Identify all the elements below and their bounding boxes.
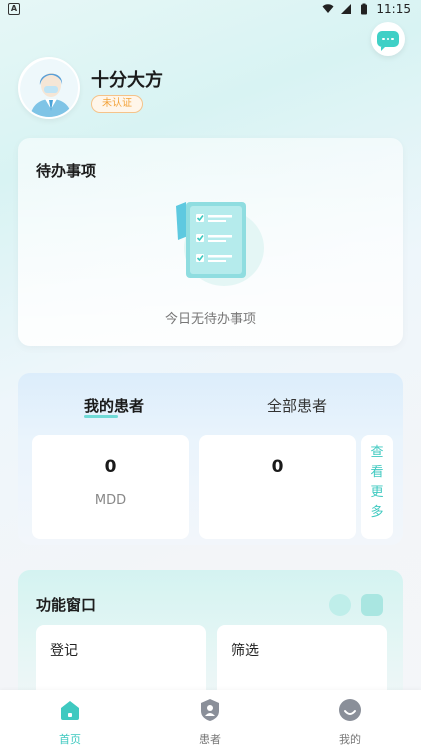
todo-empty-text: 今日无待办事项 (164, 312, 256, 327)
avatar[interactable] (18, 57, 80, 119)
status-icons: 11:15 (322, 2, 411, 16)
stat-value: 0 (271, 457, 284, 477)
status-bar: A 11:15 (0, 0, 421, 22)
nav-label: 我的 (339, 733, 361, 746)
view-more-label: 查 看 更 多 (370, 445, 384, 520)
stat-label: MDD (94, 493, 127, 508)
decor-square-icon (361, 594, 383, 616)
signal-icon (341, 4, 352, 14)
nav-home[interactable]: 首页 (35, 698, 105, 747)
decor-circle-icon (329, 594, 351, 616)
certification-badge[interactable]: 未认证 (91, 95, 143, 113)
tab-my-patients[interactable]: 我的患者 (84, 395, 144, 416)
nav-profile[interactable]: 我的 (315, 698, 385, 747)
empty-checklist-icon (176, 202, 264, 286)
home-icon (61, 701, 79, 720)
bottom-nav: 首页 患者 我的 (0, 690, 421, 750)
function-label: 登记 (50, 643, 78, 659)
app-notification-icon: A (8, 3, 20, 15)
patient-icon (201, 699, 219, 721)
function-label: 筛选 (231, 643, 259, 659)
todo-card: 待办事项 今日无待办事项 (18, 138, 403, 346)
todo-title: 待办事项 (36, 162, 97, 180)
patient-stat-mdd[interactable]: 0 MDD (32, 435, 189, 539)
clock: 11:15 (376, 2, 411, 16)
tab-all-patients[interactable]: 全部患者 (267, 395, 327, 416)
nav-patients[interactable]: 患者 (175, 698, 245, 747)
active-tab-indicator (84, 415, 118, 418)
functions-title: 功能窗口 (36, 596, 97, 614)
battery-icon (361, 3, 368, 15)
view-more-button[interactable]: 查 看 更 多 (361, 435, 393, 539)
chat-bubble-icon (377, 31, 399, 51)
stat-value: 0 (104, 457, 117, 477)
patient-stat-2[interactable]: 0 (199, 435, 356, 539)
functions-card: 功能窗口 登记 筛选 (18, 570, 403, 710)
patients-card: 我的患者 全部患者 0 MDD 0 查 看 更 多 (18, 373, 403, 545)
username: 十分大方 (91, 70, 163, 91)
nav-label: 首页 (59, 733, 81, 746)
profile-icon (339, 699, 361, 721)
doctor-avatar-icon (20, 59, 78, 117)
nav-label: 患者 (199, 733, 221, 746)
wifi-icon (322, 4, 334, 13)
message-button[interactable] (371, 22, 405, 56)
